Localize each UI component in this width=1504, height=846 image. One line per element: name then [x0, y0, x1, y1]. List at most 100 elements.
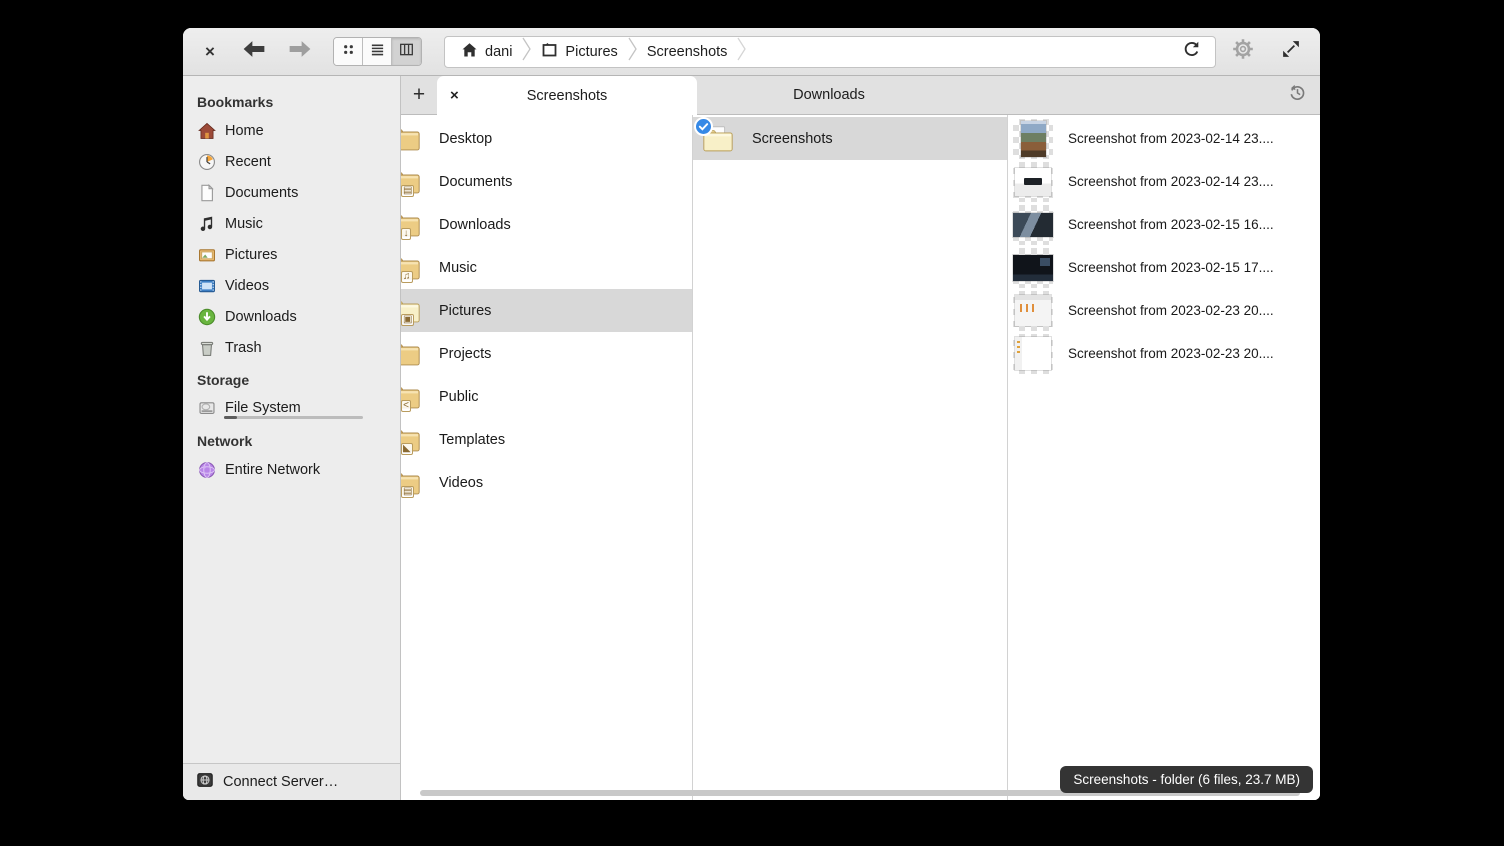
- breadcrumb-label: dani: [485, 44, 512, 60]
- chevron-right-icon: [522, 36, 531, 67]
- folder-icon: ▤: [401, 167, 422, 197]
- file-label: Screenshot from 2023-02-15 16....: [1068, 217, 1274, 232]
- folder-emblem: ◣: [401, 443, 413, 455]
- folder-emblem: ▣: [401, 314, 414, 326]
- file-row[interactable]: Screenshot from 2023-02-14 23....: [1008, 117, 1320, 160]
- settings-button[interactable]: [1228, 37, 1258, 67]
- sidebar-item-label: Pictures: [225, 247, 277, 263]
- forward-button[interactable]: [285, 37, 315, 67]
- folder-row-downloads[interactable]: ↓ Downloads: [401, 203, 692, 246]
- sidebar-item-trash[interactable]: Trash: [183, 332, 400, 363]
- videos-icon: [198, 277, 216, 295]
- file-row[interactable]: Screenshot from 2023-02-15 17....: [1008, 246, 1320, 289]
- window-close-button[interactable]: ×: [197, 37, 223, 67]
- folder-label: Downloads: [439, 217, 511, 233]
- back-arrow-icon: [242, 40, 266, 63]
- connect-server-label: Connect Server…: [223, 774, 338, 790]
- sidebar-item-pictures[interactable]: Pictures: [183, 239, 400, 270]
- tab-label: Downloads: [793, 87, 865, 103]
- folder-row-music[interactable]: ♫ Music: [401, 246, 692, 289]
- grid-view-button[interactable]: [334, 38, 363, 65]
- tab-downloads[interactable]: Downloads: [697, 76, 961, 114]
- breadcrumb-item-home[interactable]: dani: [457, 42, 516, 62]
- breadcrumb-item-pictures[interactable]: Pictures: [537, 42, 621, 62]
- folder-label: Projects: [439, 346, 491, 362]
- expand-icon: [1282, 40, 1300, 63]
- folder-label: Pictures: [439, 303, 491, 319]
- folder-row-desktop[interactable]: Desktop: [401, 117, 692, 160]
- file-label: Screenshot from 2023-02-14 23....: [1068, 174, 1274, 189]
- folder-emblem: ♫: [401, 271, 413, 283]
- open-folder-icon: ▣: [401, 296, 422, 326]
- column-view-button[interactable]: [392, 38, 421, 65]
- folder-row-templates[interactable]: ◣ Templates: [401, 418, 692, 461]
- breadcrumb-label: Pictures: [565, 44, 617, 60]
- hard-drive-icon: [198, 399, 216, 417]
- disk-usage-bar: [224, 416, 363, 419]
- forward-arrow-icon: [288, 40, 312, 63]
- sidebar-item-recent[interactable]: Recent: [183, 146, 400, 177]
- breadcrumb-label: Screenshots: [647, 44, 728, 60]
- file-thumbnail-light-screenshot: [1013, 162, 1053, 202]
- window-body: Bookmarks Home: [183, 76, 1320, 800]
- sidebar-item-label: Documents: [225, 185, 298, 201]
- view-mode-switcher: [333, 37, 422, 66]
- sidebar-item-videos[interactable]: Videos: [183, 270, 400, 301]
- folder-row-public[interactable]: < Public: [401, 375, 692, 418]
- folder-row-pictures[interactable]: ▣ Pictures: [401, 289, 692, 332]
- column-pictures-contents: Screenshots: [693, 115, 1008, 800]
- folder-emblem: ▤: [401, 486, 414, 498]
- tab-screenshots[interactable]: × Screenshots: [437, 76, 697, 115]
- downloads-icon: [198, 308, 216, 326]
- document-icon: [198, 184, 216, 202]
- sidebar-item-label: Trash: [225, 340, 262, 356]
- folder-icon: ▤: [401, 468, 422, 498]
- sidebar-header-network: Network: [183, 424, 400, 454]
- folder-row-screenshots[interactable]: Screenshots: [693, 117, 1007, 160]
- sidebar-item-label: Music: [225, 216, 263, 232]
- file-row[interactable]: Screenshot from 2023-02-15 16....: [1008, 203, 1320, 246]
- files-window: ×: [183, 28, 1320, 800]
- file-row[interactable]: Screenshot from 2023-02-23 20....: [1008, 289, 1320, 332]
- file-thumbnail-mountain-portrait: [1013, 119, 1053, 159]
- sidebar-item-documents[interactable]: Documents: [183, 177, 400, 208]
- folder-label: Desktop: [439, 131, 492, 147]
- tab-close-icon[interactable]: ×: [450, 76, 459, 115]
- back-button[interactable]: [239, 37, 269, 67]
- column-screenshots-files: Screenshot from 2023-02-14 23.... Screen…: [1008, 115, 1320, 800]
- main-area: + × Screenshots Downloads: [401, 76, 1320, 800]
- fullscreen-button[interactable]: [1276, 37, 1306, 67]
- refresh-button[interactable]: [1177, 37, 1207, 67]
- sidebar-item-entire-network[interactable]: Entire Network: [183, 454, 400, 485]
- toolbar: ×: [183, 28, 1320, 76]
- tab-history-button[interactable]: [1274, 76, 1320, 114]
- selected-check-badge: [694, 117, 713, 136]
- sidebar-item-music[interactable]: Music: [183, 208, 400, 239]
- sidebar-item-label: Videos: [225, 278, 269, 294]
- folder-row-projects[interactable]: Projects: [401, 332, 692, 375]
- sidebar-item-label: File System: [225, 400, 301, 416]
- folder-label: Templates: [439, 432, 505, 448]
- home-icon: [461, 42, 478, 62]
- folder-icon: ♫: [401, 253, 422, 283]
- recent-icon: [198, 153, 216, 171]
- history-icon: [1288, 83, 1307, 107]
- folder-emblem: ↓: [401, 228, 411, 240]
- file-row[interactable]: Screenshot from 2023-02-23 20....: [1008, 332, 1320, 375]
- folder-icon: ◣: [401, 425, 422, 455]
- sidebar-header-storage: Storage: [183, 363, 400, 393]
- file-thumbnail-gray-window: [1013, 291, 1053, 331]
- sidebar-item-home[interactable]: Home: [183, 115, 400, 146]
- breadcrumb[interactable]: dani Pictures Screenshots: [444, 36, 1216, 68]
- gear-icon: [1231, 37, 1255, 66]
- breadcrumb-item-screenshots[interactable]: Screenshots: [643, 44, 732, 60]
- sidebar-item-downloads[interactable]: Downloads: [183, 301, 400, 332]
- file-row[interactable]: Screenshot from 2023-02-14 23....: [1008, 160, 1320, 203]
- file-thumbnail-dark-window: [1013, 248, 1053, 288]
- list-view-button[interactable]: [363, 38, 392, 65]
- connect-server-button[interactable]: Connect Server…: [183, 763, 400, 800]
- folder-row-documents[interactable]: ▤ Documents: [401, 160, 692, 203]
- new-tab-button[interactable]: +: [401, 76, 437, 114]
- tab-bar: + × Screenshots Downloads: [401, 76, 1320, 115]
- folder-row-videos[interactable]: ▤ Videos: [401, 461, 692, 504]
